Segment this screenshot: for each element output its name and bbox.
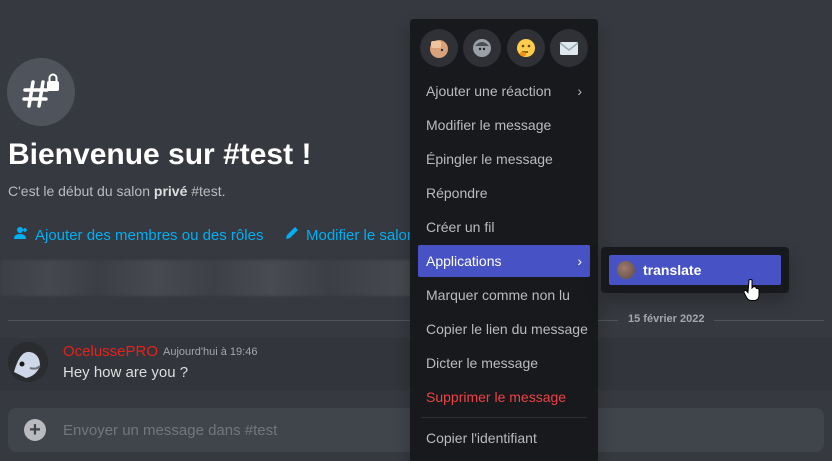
page-title: Bienvenue sur #test ! xyxy=(8,138,312,171)
menu-label: Dicter le message xyxy=(426,355,539,371)
channel-description: C'est le début du salon privé #test. xyxy=(8,183,226,199)
pencil-icon xyxy=(284,225,300,245)
menu-label: Ajouter une réaction xyxy=(426,83,552,99)
description-prefix: C'est le début du salon xyxy=(8,183,154,199)
submenu-label: translate xyxy=(643,262,702,278)
menu-label: Applications xyxy=(426,253,502,269)
menu-label: Modifier le message xyxy=(426,117,552,133)
menu-label: Marquer comme non lu xyxy=(426,287,570,303)
blurred-content xyxy=(0,260,410,296)
edit-channel-label: Modifier le salon xyxy=(306,226,416,244)
menu-edit-message[interactable]: Modifier le message xyxy=(418,109,590,141)
description-bold: privé xyxy=(153,183,188,199)
translate-app-icon xyxy=(617,261,635,279)
menu-add-reaction[interactable]: Ajouter une réaction › xyxy=(418,75,590,107)
menu-label: Copier l'identifiant xyxy=(426,430,537,446)
add-members-button[interactable]: Ajouter des membres ou des rôles xyxy=(13,225,263,245)
description-suffix: #test. xyxy=(187,183,226,199)
menu-label: Supprimer le message xyxy=(426,389,567,405)
message-content: Hey how are you ? xyxy=(63,364,189,381)
menu-copy-link[interactable]: Copier le lien du message xyxy=(418,313,590,345)
menu-label: Répondre xyxy=(426,185,488,201)
face-palm-emoji-icon[interactable] xyxy=(420,29,458,67)
menu-create-thread[interactable]: Créer un fil xyxy=(418,211,590,243)
add-members-label: Ajouter des membres ou des rôles xyxy=(35,226,264,244)
thinking-emoji-icon[interactable] xyxy=(506,29,545,67)
private-channel-icon xyxy=(7,58,75,126)
menu-pin-message[interactable]: Épingler le message xyxy=(418,143,590,175)
menu-reply[interactable]: Répondre xyxy=(418,177,590,209)
quick-reactions xyxy=(418,27,590,73)
chevron-right-icon: › xyxy=(577,83,582,99)
menu-separator xyxy=(422,417,586,418)
message-input[interactable] xyxy=(63,408,403,452)
chevron-right-icon: › xyxy=(577,253,582,269)
menu-label: Épingler le message xyxy=(426,151,553,167)
menu-dictate[interactable]: Dicter le message xyxy=(418,347,590,379)
message-context-menu: Ajouter une réaction › Modifier le messa… xyxy=(410,19,598,461)
menu-mark-unread[interactable]: Marquer comme non lu xyxy=(418,279,590,311)
date-divider-label: 15 février 2022 xyxy=(618,313,715,325)
applications-submenu: translate xyxy=(601,247,789,293)
upload-plus-icon[interactable]: + xyxy=(24,419,46,441)
face-emoji-icon[interactable] xyxy=(463,29,502,67)
message-timestamp: Aujourd'hui à 19:46 xyxy=(163,346,258,358)
hand-cursor-icon xyxy=(743,279,760,306)
envelope-emoji-icon[interactable] xyxy=(549,29,588,67)
menu-delete-message[interactable]: Supprimer le message xyxy=(418,381,590,413)
menu-copy-id[interactable]: Copier l'identifiant xyxy=(418,422,590,454)
add-user-icon xyxy=(13,225,29,245)
edit-channel-button[interactable]: Modifier le salon xyxy=(284,225,415,245)
message-author[interactable]: OcelussePRO xyxy=(63,343,158,360)
menu-label: Créer un fil xyxy=(426,219,495,235)
avatar[interactable] xyxy=(8,342,48,382)
menu-label: Copier le lien du message xyxy=(426,321,588,337)
menu-applications[interactable]: Applications › xyxy=(418,245,590,277)
